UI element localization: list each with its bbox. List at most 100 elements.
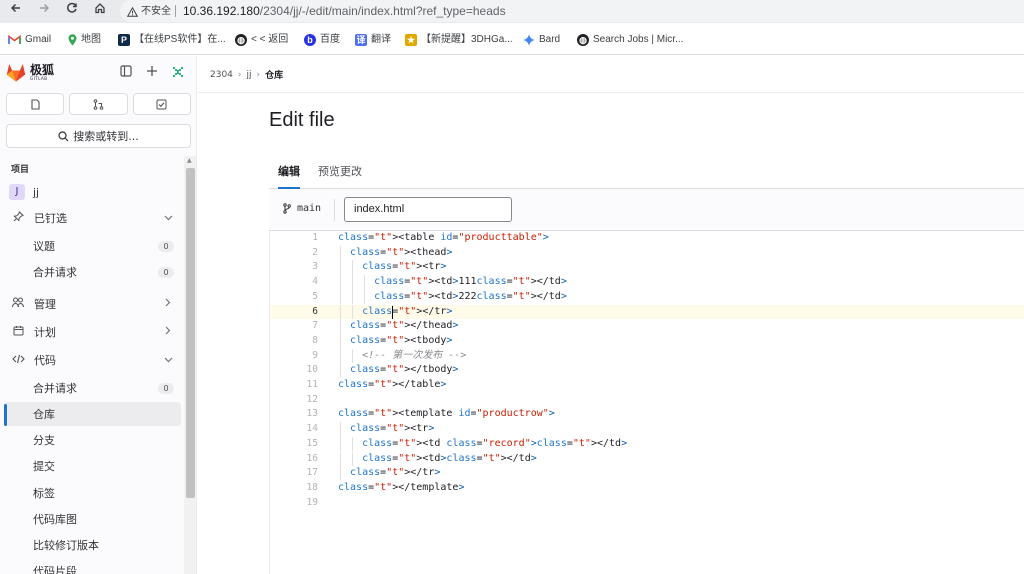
line-number: 8 (312, 334, 318, 346)
code-editor[interactable]: 1 class="t"><table id="producttable"> 2 cl… (269, 231, 1024, 574)
code-line[interactable]: 4 class="t"><td>111class="t"></td> (270, 275, 1024, 290)
sidebar-scroll-thumb[interactable] (186, 168, 195, 498)
url-text[interactable]: 10.36.192.180/2304/jj/-/edit/main/index.… (183, 3, 506, 19)
code-line[interactable]: 1 class="t"><table id="producttable"> (270, 231, 1024, 246)
sidebar-item-plan[interactable]: 计划 (4, 320, 181, 344)
code-line[interactable]: 10 class="t"></tbody> (270, 363, 1024, 378)
file-name-input[interactable]: index.html (344, 197, 512, 222)
forward-arrow-icon[interactable] (34, 2, 54, 20)
bookmark-label: Bard (539, 34, 561, 45)
bookmarks-bar: Gmail 地图 P 【在线PS软件】在... ◍ < < 返回 b 百度 译 … (0, 23, 1024, 55)
bookmark-search-jobs[interactable]: ◍ Search Jobs | Micr... (577, 32, 683, 48)
code-text: class="t"><tr> (350, 423, 435, 435)
sidebar-item-pinned[interactable]: 已钉选 (4, 206, 181, 230)
line-number: 18 (306, 481, 318, 493)
indent-guide (340, 289, 341, 305)
code-text: class="t"><table id="producttable"> (338, 232, 549, 243)
branch-icon (283, 203, 291, 214)
bookmark-baidu[interactable]: b 百度 (304, 32, 340, 48)
indent-guide (340, 466, 341, 481)
sidebar-item-snippets[interactable]: 代码片段 (4, 559, 181, 574)
branch-name: main (297, 203, 322, 214)
search-button[interactable]: 搜索或转到... (6, 124, 191, 148)
code-line[interactable]: 17 class="t"></tr> (270, 466, 1024, 481)
sidebar-item-label: 合并请求 (33, 266, 77, 279)
breadcrumb-project[interactable]: jj (247, 70, 252, 80)
sidebar-item-label: 议题 (33, 240, 55, 253)
indent-guide (340, 275, 341, 290)
sidebar-item-compare-revisions[interactable]: 比较修订版本 (4, 533, 181, 557)
sidebar-item-label: 分支 (33, 434, 55, 447)
breadcrumb-current[interactable]: 仓库 (265, 68, 283, 81)
sidebar-item-manage[interactable]: 管理 (4, 292, 181, 316)
bookmark-back[interactable]: ◍ < < 返回 (235, 32, 288, 48)
editor-toolbar: main index.html (269, 189, 1024, 231)
tab-edit[interactable]: 编辑 (278, 163, 300, 189)
sidebar-item-repository-graph[interactable]: 代码库图 (4, 507, 181, 531)
code-text: class="t"><td class="record">class="t"><… (362, 437, 628, 449)
forum-icon: ★ (405, 34, 417, 46)
bookmark-ps[interactable]: P 【在线PS软件】在... (118, 32, 226, 48)
code-line[interactable]: 5 class="t"><td>222class="t"></td> (270, 290, 1024, 305)
reload-icon[interactable] (62, 2, 82, 20)
bookmark-gmail[interactable]: Gmail (8, 32, 51, 48)
bookmark-label: 【新提醒】3DHGa... (421, 34, 513, 45)
code-line[interactable]: 15 class="t"><td class="record">class="t… (270, 437, 1024, 452)
code-line[interactable]: 6 class="t"></tr> (270, 304, 1024, 320)
sidebar-item-code-merge-requests[interactable]: 合并请求 0 (4, 376, 181, 400)
line-number: 7 (312, 320, 318, 332)
sidebar-item-tags[interactable]: 标签 (4, 481, 181, 505)
sidebar-item-label: 仓库 (33, 408, 55, 421)
code-line[interactable]: 7 class="t"></thead> (270, 319, 1024, 334)
plus-icon[interactable] (143, 64, 161, 82)
code-line[interactable]: 16 class="t"><td>class="t"></td> (270, 452, 1024, 467)
back-arrow-icon[interactable] (6, 2, 26, 20)
bookmark-translate[interactable]: 译 翻译 (355, 32, 391, 48)
user-avatar-icon[interactable] (169, 64, 187, 82)
scroll-up-icon[interactable]: ▲ (187, 157, 192, 164)
calendar-icon (11, 325, 25, 339)
bookmark-bard[interactable]: Bard (523, 32, 560, 48)
sidebar-item-code[interactable]: 代码 (4, 348, 181, 372)
sidebar-item-branches[interactable]: 分支 (4, 428, 181, 452)
bookmark-maps[interactable]: 地图 (68, 32, 101, 48)
breadcrumb-group[interactable]: 2304 (210, 70, 233, 80)
sidebar-item-project[interactable]: J jj (4, 180, 181, 204)
sidebar-item-merge-requests[interactable]: 合并请求 0 (4, 260, 181, 284)
code-line[interactable]: 9 <!-- 第一次发布 --> (270, 349, 1024, 364)
code-line[interactable]: 12 (270, 393, 1024, 408)
sidebar-toggle-icon[interactable] (117, 64, 135, 82)
code-line[interactable]: 3 class="t"><tr> (270, 260, 1024, 275)
editor-tabs: 编辑 预览更改 (269, 156, 1024, 189)
gmail-icon (8, 35, 21, 44)
gitlab-logo[interactable]: 极狐 GITLAB (6, 63, 54, 82)
tab-preview-changes[interactable]: 预览更改 (318, 163, 362, 189)
security-indicator[interactable]: 不安全 (127, 4, 171, 19)
code-line[interactable]: 14 class="t"><tr> (270, 422, 1024, 437)
sidebar-item-commits[interactable]: 提交 (4, 454, 181, 478)
brand-name: 极狐 (30, 63, 55, 77)
todos-quick-button[interactable] (132, 93, 191, 115)
sidebar-item-label: 计划 (34, 326, 56, 339)
sidebar-item-issues[interactable]: 议题 0 (4, 234, 181, 258)
code-text: class="t"><td>222class="t"></td> (374, 290, 567, 302)
code-text: class="t"><td>111class="t"></td> (374, 276, 567, 288)
bookmark-forum[interactable]: ★ 【新提醒】3DHGa... (405, 32, 513, 48)
home-icon[interactable] (90, 2, 110, 20)
code-line[interactable]: 19 (270, 496, 1024, 511)
issues-quick-button[interactable] (6, 93, 65, 115)
sidebar-item-repository[interactable]: 仓库 (4, 402, 181, 426)
code-line[interactable]: 2 class="t"><thead> (270, 246, 1024, 261)
merge-requests-quick-button[interactable] (69, 93, 128, 115)
url-host: 10.36.192.180 (183, 4, 260, 18)
line-number: 1 (312, 232, 318, 243)
url-path: /2304/jj/-/edit/main/index.html?ref_type… (259, 4, 506, 18)
code-line[interactable]: 18 class="t"></template> (270, 481, 1024, 496)
indent-guide (352, 451, 354, 467)
code-line[interactable]: 11 class="t"></table> (270, 378, 1024, 393)
code-line[interactable]: 13 class="t"><template id="productrow"> (270, 407, 1024, 422)
address-bar[interactable]: 不安全 10.36.192.180/2304/jj/-/edit/main/in… (120, 0, 1024, 22)
code-line[interactable]: 8 class="t"><tbody> (270, 334, 1024, 349)
branch-indicator: main (283, 203, 321, 214)
users-icon (11, 297, 25, 311)
